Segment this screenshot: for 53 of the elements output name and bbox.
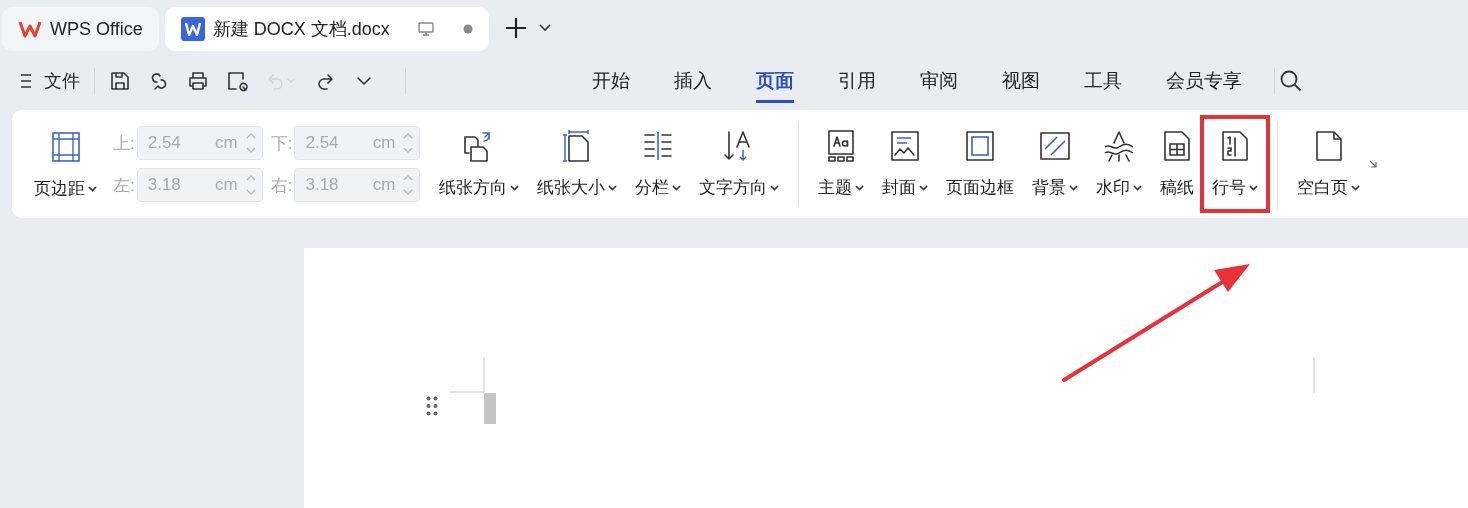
- ribbon-button[interactable]: 稿纸: [1152, 123, 1203, 203]
- chevron-down-icon[interactable]: [538, 24, 551, 32]
- ribbon-button[interactable]: 分栏: [627, 123, 690, 203]
- ribbon-button[interactable]: 纸张方向: [431, 123, 528, 203]
- print-preview-icon[interactable]: [226, 70, 248, 92]
- ribbon-button[interactable]: 文字方向: [691, 123, 788, 203]
- manuscript-paper-icon: [1162, 130, 1193, 162]
- field-label: 下:: [270, 132, 293, 155]
- text-cursor: [484, 393, 496, 424]
- ribbon-button[interactable]: 封面: [874, 123, 937, 203]
- unsaved-dot-icon: [462, 24, 473, 34]
- background-icon: [1039, 131, 1072, 161]
- save-icon[interactable]: [109, 70, 131, 92]
- ribbon-tab[interactable]: 视图: [1002, 59, 1040, 103]
- print-icon[interactable]: [187, 70, 209, 92]
- page-margins-button[interactable]: 页边距: [26, 124, 105, 204]
- ribbon-button[interactable]: 行号: [1204, 123, 1267, 203]
- window-tab[interactable]: 新建 DOCX 文档.docx: [164, 7, 489, 51]
- plus-icon[interactable]: [504, 17, 527, 39]
- ribbon-button[interactable]: 水印: [1088, 123, 1151, 203]
- corner-mark: [449, 357, 485, 393]
- ribbon-button[interactable]: 背景: [1024, 123, 1087, 203]
- caret-icon: [88, 185, 97, 192]
- monitor-icon[interactable]: [416, 21, 435, 37]
- cover-page-icon: [890, 130, 921, 162]
- word-document-icon: [180, 17, 205, 41]
- field-label: 左:: [113, 174, 135, 197]
- drag-handle-icon[interactable]: [426, 396, 438, 416]
- wps-logo-icon: [18, 19, 42, 39]
- window-tab[interactable]: WPS Office: [2, 7, 159, 51]
- ribbon-tab[interactable]: 页面: [756, 59, 794, 103]
- search-icon[interactable]: [1279, 69, 1303, 93]
- ribbon-button[interactable]: 纸张大小: [529, 123, 626, 203]
- ribbon-button[interactable]: 空白页: [1289, 123, 1369, 203]
- ribbon-tab[interactable]: 引用: [838, 59, 876, 103]
- ribbon-tab[interactable]: 工具: [1084, 59, 1122, 103]
- ribbon-button[interactable]: 主题: [810, 123, 873, 203]
- blank-page-icon: [1313, 130, 1344, 162]
- ribbon-tab[interactable]: 开始: [592, 59, 630, 103]
- ribbon-tab[interactable]: 审阅: [920, 59, 958, 103]
- ribbon-tab[interactable]: 插入: [674, 59, 712, 103]
- menu-icon: [20, 73, 32, 89]
- file-menu[interactable]: 文件: [20, 69, 80, 93]
- page-margins-icon: [50, 131, 81, 163]
- dialog-launcher-icon[interactable]: [1369, 160, 1378, 168]
- field-label: 右:: [270, 174, 293, 197]
- field-label: 上:: [113, 132, 135, 155]
- columns-icon: [642, 130, 675, 162]
- ribbon-tab[interactable]: 会员专享: [1166, 59, 1242, 103]
- ribbon-button[interactable]: 页面边框: [938, 123, 1023, 203]
- page-border-icon: [965, 130, 996, 162]
- line-numbers-icon: [1220, 130, 1251, 162]
- theme-icon: [826, 129, 857, 163]
